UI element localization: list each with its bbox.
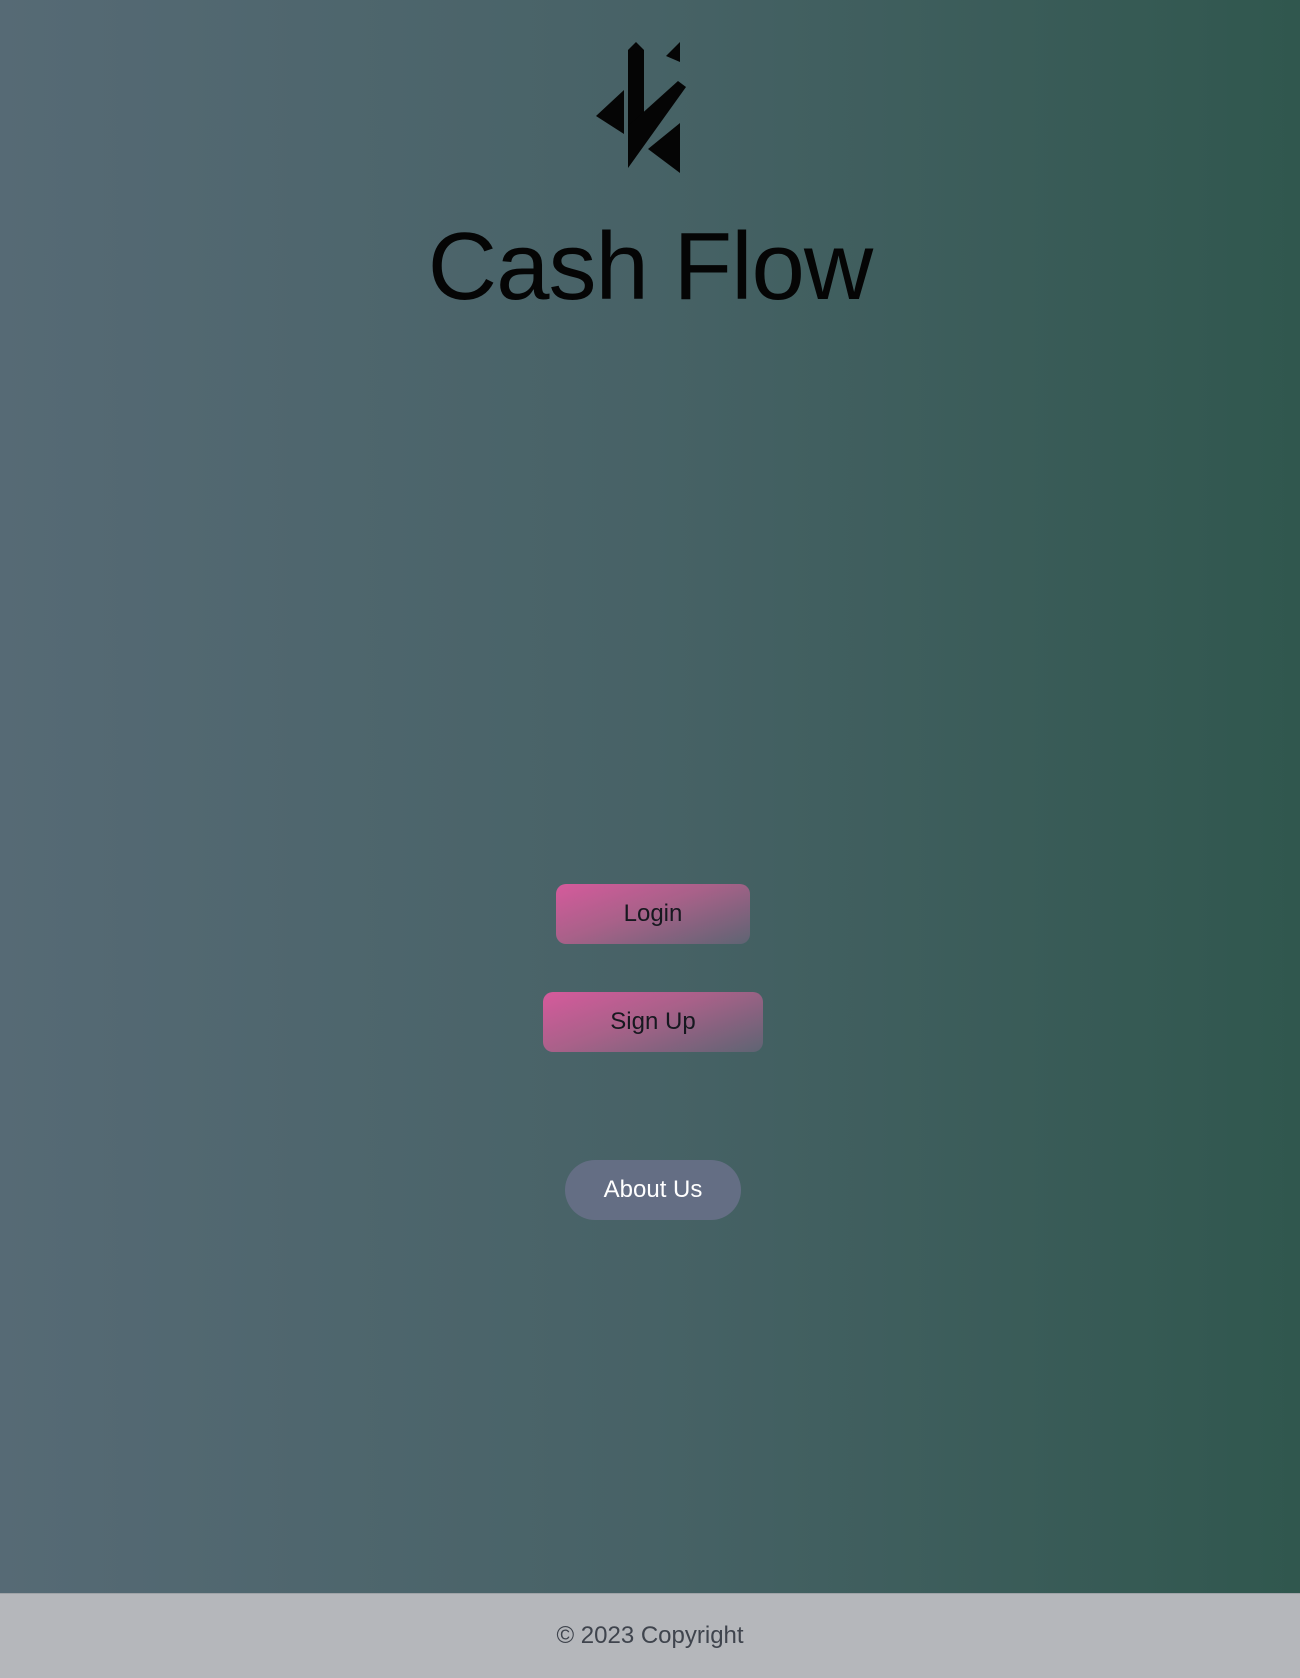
about-us-button-label: About Us <box>603 1176 703 1203</box>
about-us-button[interactable]: About Us <box>565 1160 741 1220</box>
login-button[interactable]: Login <box>556 884 750 944</box>
login-button-label: Login <box>623 900 683 927</box>
sign-up-button-label: Sign Up <box>610 1008 696 1035</box>
sign-up-button[interactable]: Sign Up <box>543 992 763 1052</box>
cash-flow-logo-icon <box>594 42 696 175</box>
footer: © 2023 Copyright <box>0 1593 1300 1678</box>
page-title: Cash Flow <box>427 213 873 320</box>
landing-page: Cash Flow Login Sign Up About Us <box>0 0 1300 1593</box>
copyright-text: © 2023 Copyright <box>556 1622 744 1649</box>
